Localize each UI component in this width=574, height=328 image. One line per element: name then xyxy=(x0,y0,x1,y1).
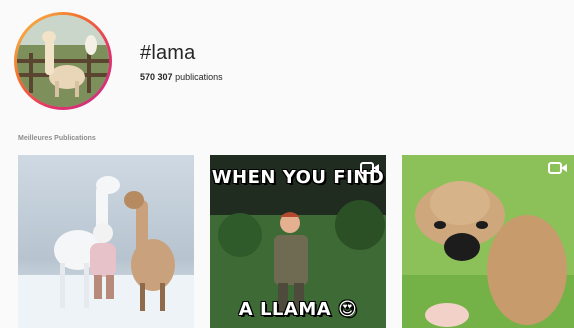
llama-avatar-illustration xyxy=(17,15,109,107)
video-camera-icon xyxy=(360,162,379,174)
post-image-alpaca xyxy=(402,155,574,328)
meme-caption-bottom-text: A LLAMA xyxy=(238,299,332,320)
avatar-image xyxy=(17,15,109,107)
hashtag-page: #lama 570 307 publications Meilleures Pu… xyxy=(0,0,574,328)
meme-caption-bottom: A LLAMA 😍 xyxy=(210,299,386,320)
video-camera-icon xyxy=(548,162,567,174)
post-count-number: 570 307 xyxy=(140,72,173,82)
heart-eyes-emoji-icon: 😍 xyxy=(337,299,358,320)
post-tile-3[interactable] xyxy=(402,155,574,328)
top-posts-heading: Meilleures Publications xyxy=(18,135,96,142)
hashtag-title: #lama xyxy=(140,42,196,64)
post-tile-1[interactable] xyxy=(18,155,194,328)
post-image-snow-llamas xyxy=(18,155,194,328)
post-count-label: publications xyxy=(175,72,223,82)
post-tile-2[interactable]: WHEN YOU FIND A LLAMA 😍 xyxy=(210,155,386,328)
post-count: 570 307 publications xyxy=(140,72,223,82)
hashtag-avatar[interactable] xyxy=(14,12,112,110)
